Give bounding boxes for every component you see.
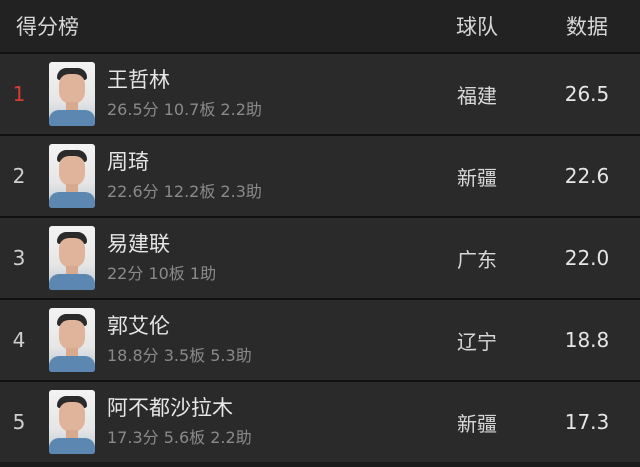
player-team[interactable]: 新疆 — [402, 162, 542, 191]
player-name[interactable]: 王哲林 — [107, 66, 402, 94]
player-value: 22.0 — [564, 246, 610, 270]
player-avatar[interactable] — [49, 308, 95, 372]
player-stats: 17.3分 5.6板 2.2助 — [107, 428, 252, 447]
player-value: 22.6 — [564, 164, 610, 188]
player-row[interactable]: 5 阿不都沙拉木 17.3分 5.6板 2.2助 新疆 17.3 — [0, 380, 640, 462]
scoring-leaderboard: 得分榜 球队 数据 1 王哲林 26.5分 10.7板 2.2助 福建 26.5… — [0, 0, 640, 467]
rank-number: 3 — [12, 246, 26, 270]
leaderboard-rows: 1 王哲林 26.5分 10.7板 2.2助 福建 26.5 2 周琦 22.6… — [0, 52, 640, 462]
player-team[interactable]: 广东 — [402, 244, 542, 273]
rank-number: 4 — [12, 328, 26, 352]
player-info: 王哲林 26.5分 10.7板 2.2助 — [107, 66, 402, 122]
player-value: 18.8 — [564, 328, 610, 352]
player-avatar[interactable] — [49, 144, 95, 208]
player-stats: 22分 10板 1助 — [107, 264, 217, 283]
player-avatar[interactable] — [49, 62, 95, 126]
player-stats: 22.6分 12.2板 2.3助 — [107, 182, 262, 201]
player-team[interactable]: 福建 — [402, 80, 542, 109]
player-value: 26.5 — [564, 82, 610, 106]
player-name[interactable]: 周琦 — [107, 148, 402, 176]
player-name[interactable]: 郭艾伦 — [107, 312, 402, 340]
player-info: 阿不都沙拉木 17.3分 5.6板 2.2助 — [107, 394, 402, 450]
leaderboard-title: 得分榜 — [16, 15, 79, 39]
player-row[interactable]: 1 王哲林 26.5分 10.7板 2.2助 福建 26.5 — [0, 52, 640, 134]
player-name[interactable]: 易建联 — [107, 230, 402, 258]
player-team[interactable]: 辽宁 — [402, 326, 542, 355]
rank-number: 2 — [12, 164, 26, 188]
player-avatar[interactable] — [49, 390, 95, 454]
rank-number: 5 — [12, 410, 26, 434]
data-column-header: 数据 — [566, 15, 608, 39]
player-team[interactable]: 新疆 — [402, 408, 542, 437]
player-info: 周琦 22.6分 12.2板 2.3助 — [107, 148, 402, 204]
rank-number: 1 — [12, 82, 26, 106]
player-stats: 26.5分 10.7板 2.2助 — [107, 100, 262, 119]
player-info: 易建联 22分 10板 1助 — [107, 230, 402, 286]
player-info: 郭艾伦 18.8分 3.5板 5.3助 — [107, 312, 402, 368]
player-avatar[interactable] — [49, 226, 95, 290]
player-row[interactable]: 2 周琦 22.6分 12.2板 2.3助 新疆 22.6 — [0, 134, 640, 216]
player-row[interactable]: 4 郭艾伦 18.8分 3.5板 5.3助 辽宁 18.8 — [0, 298, 640, 380]
player-name[interactable]: 阿不都沙拉木 — [107, 394, 402, 422]
leaderboard-header: 得分榜 球队 数据 — [0, 0, 640, 52]
team-column-header: 球队 — [456, 15, 498, 39]
player-value: 17.3 — [564, 410, 610, 434]
player-stats: 18.8分 3.5板 5.3助 — [107, 346, 252, 365]
player-row[interactable]: 3 易建联 22分 10板 1助 广东 22.0 — [0, 216, 640, 298]
